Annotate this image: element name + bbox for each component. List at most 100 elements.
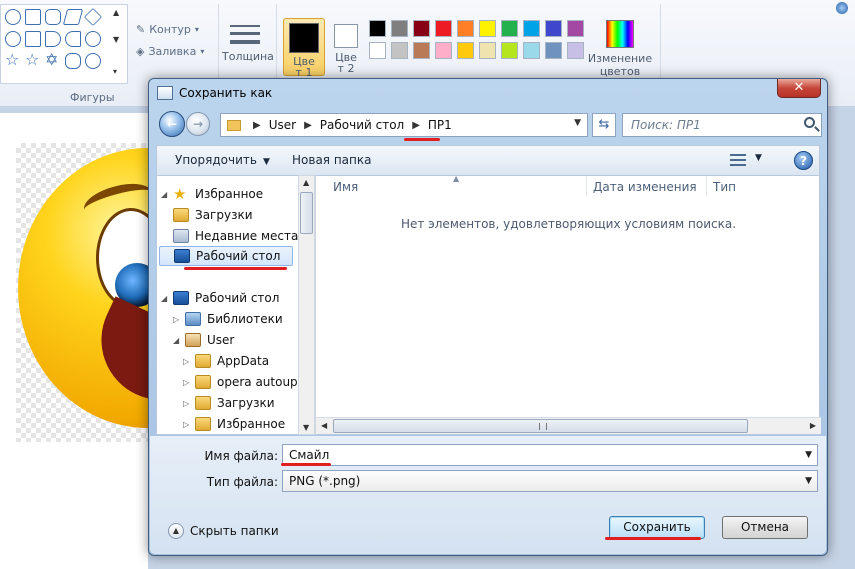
expand-arrow-icon[interactable]: ▷ <box>183 378 195 387</box>
palette-swatch[interactable] <box>501 20 518 37</box>
column-divider[interactable] <box>586 176 587 196</box>
tree-appdata[interactable]: ▷ AppData <box>183 351 269 371</box>
tree-libraries[interactable]: ▷ Библиотеки <box>173 309 283 329</box>
collapse-arrow-icon[interactable]: ◢ <box>161 294 173 303</box>
palette-swatch[interactable] <box>501 42 518 59</box>
tree-user[interactable]: ◢ User <box>173 330 234 350</box>
palette-swatch[interactable] <box>435 42 452 59</box>
gallery-up-icon[interactable]: ▲ <box>113 8 119 17</box>
navigation-scrollbar[interactable]: ▲ ▼ <box>298 175 315 435</box>
palette-swatch[interactable] <box>391 20 408 37</box>
breadcrumb-separator-icon[interactable]: ▶ <box>412 120 420 131</box>
filetype-dropdown-icon[interactable]: ▼ <box>805 476 812 486</box>
filename-input[interactable]: Смайл ▼ <box>282 444 818 466</box>
filename-dropdown-icon[interactable]: ▼ <box>805 450 812 460</box>
gallery-more-icon[interactable]: ▾ <box>113 67 117 76</box>
outline-button[interactable]: ✎ Контур ▾ <box>136 23 199 36</box>
palette-swatch[interactable] <box>545 20 562 37</box>
organize-button[interactable]: Упорядочить ▼ <box>175 153 270 167</box>
edit-colors-button[interactable]: Изменение цветов <box>587 20 653 78</box>
shapes-gallery[interactable]: ☆ ☆ ✡ ▲ ▼ ▾ <box>0 4 128 84</box>
palette-swatch[interactable] <box>457 42 474 59</box>
refresh-button[interactable]: ⇆ <box>592 113 616 137</box>
rounded-rectangle-shape-icon[interactable] <box>45 9 61 25</box>
breadcrumb-user[interactable]: User <box>269 118 296 132</box>
expand-arrow-icon[interactable]: ▷ <box>183 357 195 366</box>
palette-swatch[interactable] <box>413 42 430 59</box>
scroll-thumb[interactable] <box>333 419 748 433</box>
fill-button[interactable]: ◈ Заливка ▾ <box>136 45 204 58</box>
tree-recent-places[interactable]: Недавние места <box>173 226 298 246</box>
filetype-select[interactable]: PNG (*.png) ▼ <box>282 470 818 492</box>
palette-swatch[interactable] <box>523 20 540 37</box>
breadcrumb-separator-icon[interactable]: ▶ <box>304 120 312 131</box>
tree-opera-autoupdate[interactable]: ▷ opera autoupd <box>183 372 305 392</box>
save-button[interactable]: Сохранить <box>609 516 705 539</box>
dialog-titlebar[interactable]: Сохранить как ✕ <box>149 79 827 107</box>
breadcrumb-desktop[interactable]: Рабочий стол <box>320 118 404 132</box>
gallery-down-icon[interactable]: ▼ <box>113 35 119 44</box>
breadcrumb-separator-icon[interactable]: ▶ <box>253 120 261 131</box>
tree-user-favorites[interactable]: ▷ Избранное <box>183 414 285 434</box>
oval-shape-icon[interactable] <box>5 9 21 25</box>
six-star-shape-icon[interactable]: ✡ <box>45 52 61 69</box>
forward-button[interactable]: → <box>186 112 210 136</box>
callout-shape-icon[interactable] <box>65 53 81 69</box>
palette-swatch[interactable] <box>567 42 584 59</box>
back-button[interactable]: ← <box>159 111 185 137</box>
column-header-date[interactable]: Дата изменения <box>593 180 697 194</box>
color2-button[interactable]: Цвет 2 <box>329 18 363 74</box>
column-divider[interactable] <box>706 176 707 196</box>
paint-help-icon[interactable] <box>836 2 848 14</box>
color1-button[interactable]: Цвет 1 <box>283 18 325 78</box>
expand-arrow-icon[interactable]: ▷ <box>183 420 195 429</box>
palette-swatch[interactable] <box>369 42 386 59</box>
scroll-left-icon[interactable]: ◀ <box>321 421 327 430</box>
scroll-thumb[interactable] <box>300 192 313 234</box>
close-button[interactable]: ✕ <box>777 79 821 98</box>
search-input[interactable]: Поиск: ПР1 <box>622 113 822 137</box>
palette-swatch[interactable] <box>479 42 496 59</box>
palette-swatch[interactable] <box>435 20 452 37</box>
hexagon-shape-icon[interactable] <box>25 31 41 47</box>
scroll-right-icon[interactable]: ▶ <box>810 421 816 430</box>
palette-swatch[interactable] <box>413 20 430 37</box>
star-shape-icon[interactable]: ☆ <box>5 52 21 69</box>
diamond-shape-icon[interactable] <box>83 7 103 27</box>
cancel-button[interactable]: Отмена <box>722 516 808 539</box>
polygon-shape-icon[interactable] <box>62 9 84 25</box>
tree-desktop-favorite[interactable]: Рабочий стол <box>159 246 293 266</box>
palette-swatch[interactable] <box>567 20 584 37</box>
scroll-up-icon[interactable]: ▲ <box>303 178 309 187</box>
scroll-down-icon[interactable]: ▼ <box>303 423 309 432</box>
column-header-type[interactable]: Тип <box>713 180 736 194</box>
tree-user-downloads[interactable]: ▷ Загрузки <box>183 393 275 413</box>
horizontal-scrollbar[interactable]: ◀ ▶ <box>316 417 821 434</box>
right-arrow-shape-icon[interactable] <box>45 31 61 47</box>
address-dropdown-icon[interactable]: ▼ <box>574 118 581 128</box>
view-options-icon[interactable] <box>730 154 746 166</box>
palette-swatch[interactable] <box>479 20 496 37</box>
palette-swatch[interactable] <box>545 42 562 59</box>
five-star-shape-icon[interactable]: ☆ <box>25 52 41 69</box>
collapse-arrow-icon[interactable]: ◢ <box>161 190 173 199</box>
hide-folders-toggle[interactable]: ▲ Скрыть папки <box>168 523 279 539</box>
four-point-arrow-shape-icon[interactable] <box>85 31 101 47</box>
palette-swatch[interactable] <box>369 20 386 37</box>
search-icon[interactable] <box>804 117 815 128</box>
expand-arrow-icon[interactable]: ▷ <box>173 315 185 324</box>
address-bar[interactable]: ▶ User ▶ Рабочий стол ▶ ПР1 ▼ <box>220 113 588 137</box>
cloud-callout-shape-icon[interactable] <box>85 53 101 69</box>
view-dropdown-icon[interactable]: ▼ <box>755 153 762 163</box>
thickness-button[interactable]: Толщина <box>222 20 274 63</box>
expand-arrow-icon[interactable]: ▷ <box>183 399 195 408</box>
file-list[interactable]: Имя ▲ Дата изменения Тип Нет элементов, … <box>315 174 821 435</box>
tree-downloads[interactable]: Загрузки <box>173 205 253 225</box>
tree-favorites[interactable]: ◢ ★ Избранное <box>161 184 263 204</box>
column-header-name[interactable]: Имя <box>333 180 358 194</box>
help-icon[interactable]: ? <box>794 151 813 170</box>
tree-desktop[interactable]: ◢ Рабочий стол <box>161 288 279 308</box>
palette-swatch[interactable] <box>457 20 474 37</box>
new-folder-button[interactable]: Новая папка <box>292 153 371 167</box>
palette-swatch[interactable] <box>523 42 540 59</box>
